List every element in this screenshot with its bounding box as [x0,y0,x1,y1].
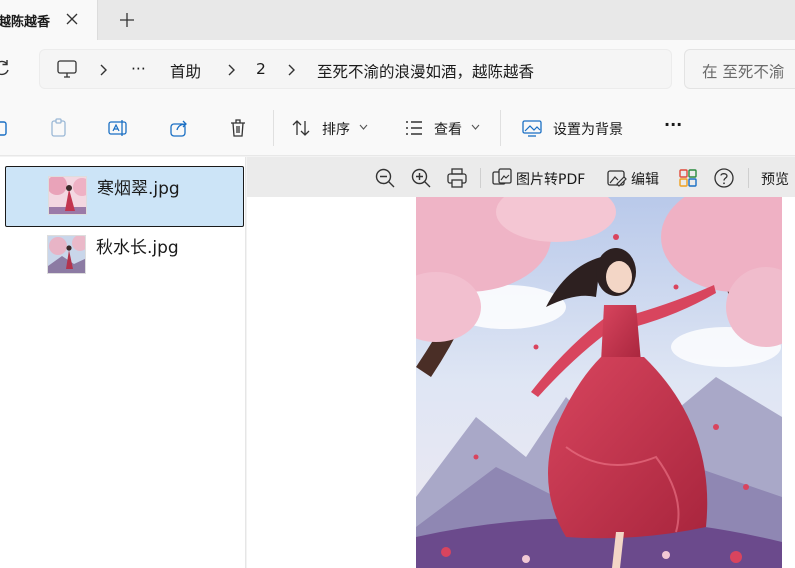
file-name: 秋水长.jpg [96,238,179,258]
chevron-down-icon[interactable] [471,124,480,130]
tab-strip: 越陈越香 [0,0,795,40]
refresh-icon[interactable] [0,58,12,78]
preview-pane: 图片转PDF 编辑 预览 [247,157,795,568]
breadcrumb[interactable]: ··· 首助 2 至死不渝的浪漫如酒，越陈越香 [39,49,672,89]
set-background-button[interactable]: 设置为背景 [553,119,623,139]
rename-icon[interactable] [107,117,129,139]
chevron-right-icon[interactable] [284,62,298,78]
more-options-button[interactable]: ··· [664,115,682,134]
edit-image-icon[interactable] [606,167,628,189]
search-placeholder: 在 至死不渝 [702,63,785,81]
file-list: 寒烟翠.jpg 秋水长.jpg [0,157,246,568]
file-name: 寒烟翠.jpg [97,179,180,199]
breadcrumb-item-2[interactable]: 2 [256,60,266,78]
chevron-down-icon[interactable] [359,124,368,130]
zoom-out-icon[interactable] [374,167,396,189]
divider [748,168,749,188]
share-icon[interactable] [168,117,190,139]
set-background-icon[interactable] [521,117,543,139]
image-to-pdf-icon[interactable] [491,167,513,189]
image-to-pdf-button[interactable]: 图片转PDF [516,169,585,189]
preview-image [416,197,782,568]
apps-icon[interactable] [677,167,699,189]
help-icon[interactable] [713,167,735,189]
list-item[interactable]: 寒烟翠.jpg [5,166,244,227]
breadcrumb-item-current[interactable]: 至死不渝的浪漫如酒，越陈越香 [317,60,534,82]
sort-icon[interactable] [290,117,312,139]
file-thumbnail [47,235,86,274]
computer-icon[interactable] [56,59,78,79]
search-input[interactable]: 在 至死不渝 [684,49,795,89]
command-bar: 排序 查看 设置为背景 ··· [0,98,795,156]
zoom-in-icon[interactable] [410,167,432,189]
chevron-right-icon[interactable] [224,62,238,78]
view-icon[interactable] [403,117,425,139]
preview-button[interactable]: 预览 [761,169,789,189]
print-icon[interactable] [446,167,468,189]
paste-icon[interactable] [48,117,70,139]
tab-title: 越陈越香 [0,15,50,30]
divider [500,110,501,146]
preview-toolbar: 图片转PDF 编辑 预览 [247,157,795,197]
breadcrumb-ellipsis[interactable]: ··· [131,60,146,78]
chevron-right-icon[interactable] [96,62,110,78]
list-item[interactable]: 秋水长.jpg [5,226,244,287]
view-button[interactable]: 查看 [434,119,462,139]
active-tab[interactable]: 越陈越香 [0,0,98,40]
divider [273,110,274,146]
breadcrumb-item-shouzhu[interactable]: 首助 [170,60,201,82]
close-icon[interactable] [62,9,82,29]
copy-icon[interactable] [0,117,12,139]
delete-icon[interactable] [227,117,249,139]
file-thumbnail [48,176,87,215]
add-tab-icon[interactable] [116,9,138,31]
address-row: ··· 首助 2 至死不渝的浪漫如酒，越陈越香 在 至死不渝 [0,40,795,98]
divider [480,168,481,188]
edit-button[interactable]: 编辑 [631,169,659,189]
sort-button[interactable]: 排序 [322,119,350,139]
